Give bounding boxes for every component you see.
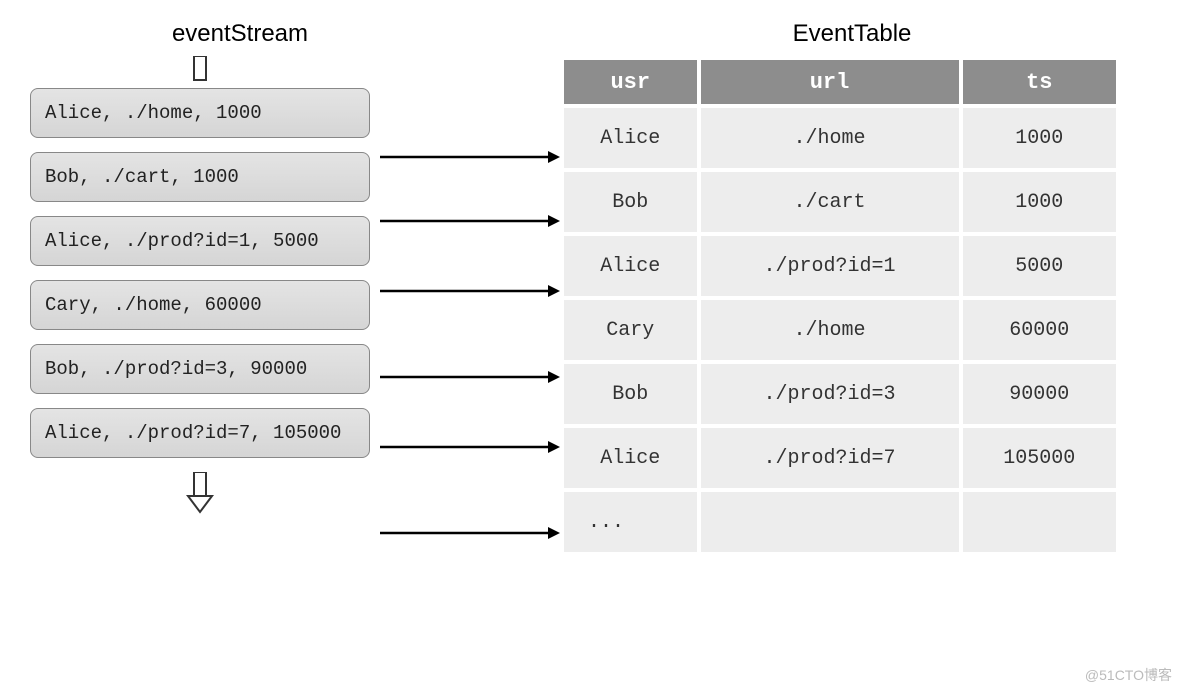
event-table: usr url ts Alice ./home 1000 Bob ./cart … (560, 56, 1120, 556)
flow-arrow (380, 196, 560, 246)
titles-row: eventStream EventTable (20, 20, 1164, 48)
col-header-url: url (701, 60, 959, 104)
arrow-right-icon (380, 523, 560, 543)
cell-url (701, 492, 959, 552)
cell-usr: Alice (564, 108, 697, 168)
cell-url: ./home (701, 300, 959, 360)
col-header-ts: ts (963, 60, 1116, 104)
pipe-exit-arrow-icon (185, 472, 215, 514)
cell-url: ./prod?id=7 (701, 428, 959, 488)
table-header-row: usr url ts (564, 60, 1116, 104)
stream-event-text: Bob, ./cart, 1000 (45, 166, 239, 188)
stream-event-text: Alice, ./home, 1000 (45, 102, 262, 124)
stream-event-text: Alice, ./prod?id=1, 5000 (45, 230, 319, 252)
cell-url: ./prod?id=1 (701, 236, 959, 296)
stream-title: eventStream (20, 20, 460, 48)
cell-usr: Cary (564, 300, 697, 360)
stream-event-text: Alice, ./prod?id=7, 105000 (45, 422, 341, 444)
stream-event: Bob, ./cart, 1000 (30, 152, 370, 202)
table-row: Bob ./prod?id=3 90000 (564, 364, 1116, 424)
cell-usr: ... (564, 492, 697, 552)
flow-arrow (380, 132, 560, 182)
table-row: Alice ./home 1000 (564, 108, 1116, 168)
cell-ts (963, 492, 1116, 552)
cell-ts: 60000 (963, 300, 1116, 360)
stream-event-text: Bob, ./prod?id=3, 90000 (45, 358, 307, 380)
table-title: EventTable (540, 20, 1164, 48)
table-row: ... (564, 492, 1116, 552)
arrow-right-icon (380, 147, 560, 167)
diagram-body: Alice, ./home, 1000 Bob, ./cart, 1000 Al… (20, 56, 1164, 572)
cell-usr: Bob (564, 172, 697, 232)
arrow-column (380, 56, 560, 572)
arrow-right-icon (380, 281, 560, 301)
cell-usr: Bob (564, 364, 697, 424)
stream-event: Alice, ./prod?id=7, 105000 (30, 408, 370, 458)
stream-event: Bob, ./prod?id=3, 90000 (30, 344, 370, 394)
arrow-right-icon (380, 211, 560, 231)
flow-arrow (380, 266, 560, 316)
cell-ts: 105000 (963, 428, 1116, 488)
cell-ts: 1000 (963, 108, 1116, 168)
table-row: Cary ./home 60000 (564, 300, 1116, 360)
table-row: Alice ./prod?id=7 105000 (564, 428, 1116, 488)
pipe-entry-icon (189, 56, 211, 82)
flow-arrow (380, 508, 560, 558)
col-header-usr: usr (564, 60, 697, 104)
table-row: Bob ./cart 1000 (564, 172, 1116, 232)
flow-arrow (380, 422, 560, 472)
cell-url: ./cart (701, 172, 959, 232)
table-column: usr url ts Alice ./home 1000 Bob ./cart … (560, 56, 1164, 556)
stream-event-text: Cary, ./home, 60000 (45, 294, 262, 316)
cell-url: ./home (701, 108, 959, 168)
cell-ts: 5000 (963, 236, 1116, 296)
cell-ts: 90000 (963, 364, 1116, 424)
stream-column: Alice, ./home, 1000 Bob, ./cart, 1000 Al… (20, 56, 380, 514)
cell-usr: Alice (564, 428, 697, 488)
stream-event: Alice, ./home, 1000 (30, 88, 370, 138)
cell-url: ./prod?id=3 (701, 364, 959, 424)
flow-arrow (380, 352, 560, 402)
stream-event: Cary, ./home, 60000 (30, 280, 370, 330)
cell-usr: Alice (564, 236, 697, 296)
arrow-right-icon (380, 437, 560, 457)
arrow-right-icon (380, 367, 560, 387)
table-row: Alice ./prod?id=1 5000 (564, 236, 1116, 296)
cell-ts: 1000 (963, 172, 1116, 232)
watermark: @51CTO博客 (1085, 665, 1172, 685)
stream-event: Alice, ./prod?id=1, 5000 (30, 216, 370, 266)
